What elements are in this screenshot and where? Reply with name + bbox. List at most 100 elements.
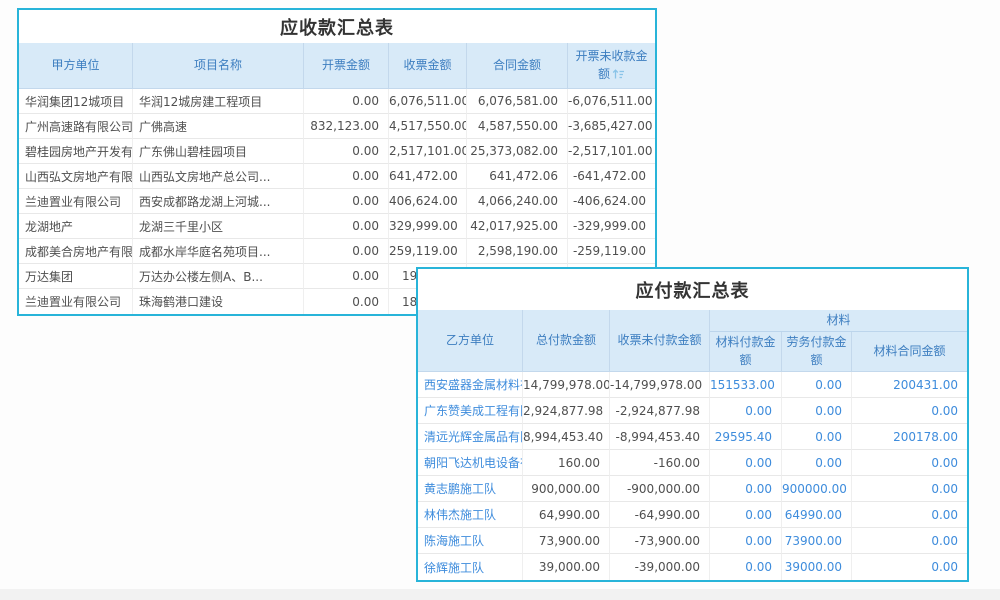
payable-table-body: 西安盛器金属材料有14,799,978.00-14,799,978.001515… [418,372,967,580]
table-cell: 900000.00 [782,476,852,502]
table-cell: -14,799,978.00 [610,372,710,398]
table-cell: 0.00 [782,398,852,424]
table-row[interactable]: 林伟杰施工队64,990.00-64,990.000.0064990.000.0… [418,502,967,528]
table-cell: 万达集团 [19,264,133,289]
column-header-total-paid[interactable]: 总付款金额 [523,310,610,372]
table-cell: 华润12城房建工程项目 [133,89,304,114]
table-cell: 0.00 [304,289,389,314]
company-link-cell[interactable]: 西安盛器金属材料有 [418,372,523,398]
column-header-received-amount[interactable]: 收票金额 [389,43,467,89]
table-row[interactable]: 兰迪置业有限公司西安成都路龙湖上河城...0.00406,624.004,066… [19,189,655,214]
company-link-cell[interactable]: 广东赞美成工程有限 [418,398,523,424]
table-row[interactable]: 成都美合房地产有限...成都水岸华庭名苑项目...0.00259,119.002… [19,239,655,264]
column-header-invoiced-amount[interactable]: 开票金额 [304,43,389,89]
column-header-invoice-unpaid[interactable]: 收票未付款金额 [610,310,710,372]
table-cell: 4,066,240.00 [467,189,568,214]
table-cell: 900,000.00 [523,476,610,502]
table-cell: 山西弘文房地产总公司... [133,164,304,189]
table-cell: 0.00 [304,189,389,214]
payable-table-title: 应付款汇总表 [418,269,967,310]
table-row[interactable]: 西安盛器金属材料有14,799,978.00-14,799,978.001515… [418,372,967,398]
table-cell: 0.00 [852,502,967,528]
table-cell: 成都美合房地产有限... [19,239,133,264]
table-cell: 碧桂园房地产开发有... [19,139,133,164]
table-cell: 0.00 [852,450,967,476]
table-cell: 42,017,925.00 [467,214,568,239]
table-row[interactable]: 清远光辉金属品有限8,994,453.40-8,994,453.4029595.… [418,424,967,450]
table-cell: 14,799,978.00 [523,372,610,398]
table-cell: 0.00 [710,502,782,528]
table-cell: 0.00 [710,476,782,502]
table-cell: -2,924,877.98 [610,398,710,424]
table-row[interactable]: 黄志鹏施工队900,000.00-900,000.000.00900000.00… [418,476,967,502]
table-row[interactable]: 朝阳飞达机电设备有160.00-160.000.000.000.00 [418,450,967,476]
table-cell: 龙湖三千里小区 [133,214,304,239]
table-cell: 641,472.06 [467,164,568,189]
table-cell: 6,076,511.00 [389,89,467,114]
table-cell: 兰迪置业有限公司 [19,189,133,214]
payable-summary-table: 应付款汇总表 乙方单位 总付款金额 收票未付款金额 材料 材料付款金额 劳务付款… [416,267,969,582]
table-cell: 0.00 [304,139,389,164]
receivable-table-title: 应收款汇总表 [19,10,655,43]
company-link-cell[interactable]: 清远光辉金属品有限 [418,424,523,450]
company-link-cell[interactable]: 陈海施工队 [418,528,523,554]
table-cell: -2,517,101.00 [568,139,655,164]
table-cell: 151533.00 [710,372,782,398]
column-header-project-name[interactable]: 项目名称 [133,43,304,89]
table-cell: 6,076,581.00 [467,89,568,114]
table-row[interactable]: 广东赞美成工程有限2,924,877.98-2,924,877.98 0.000.… [418,398,967,424]
table-cell: -8,994,453.40 [610,424,710,450]
table-cell: -73,900.00 [610,528,710,554]
table-row[interactable]: 徐辉施工队39,000.00-39,000.000.0039000.000.00 [418,554,967,580]
table-cell: -160.00 [610,450,710,476]
table-cell: -406,624.00 [568,189,655,214]
table-row[interactable]: 陈海施工队73,900.00-73,900.000.0073900.000.00 [418,528,967,554]
table-cell: 73900.00 [782,528,852,554]
table-cell: 0.00 [852,398,967,424]
table-cell: 4,517,550.00 [389,114,467,139]
table-cell: 39,000.00 [523,554,610,580]
table-cell: 641,472.00 [389,164,467,189]
table-row[interactable]: 广州高速路有限公司广佛高速832,123.004,517,550.004,587… [19,114,655,139]
table-cell: 160.00 [523,450,610,476]
sort-ascending-icon[interactable] [612,68,625,80]
table-cell: 0.00 [304,214,389,239]
column-header-party-b[interactable]: 乙方单位 [418,310,523,372]
column-header-material-paid[interactable]: 材料付款金额 [710,332,782,372]
table-cell: 龙湖地产 [19,214,133,239]
company-link-cell[interactable]: 徐辉施工队 [418,554,523,580]
table-cell: 0.00 [710,528,782,554]
table-cell: 0.00 [852,554,967,580]
table-cell: 广东佛山碧桂园项目 [133,139,304,164]
table-cell: -329,999.00 [568,214,655,239]
table-row[interactable]: 龙湖地产龙湖三千里小区0.00329,999.0042,017,925.00-3… [19,214,655,239]
table-row[interactable]: 碧桂园房地产开发有...广东佛山碧桂园项目0.002,517,101.0025,… [19,139,655,164]
table-cell: 0.00 [304,239,389,264]
table-cell: 73,900.00 [523,528,610,554]
table-cell: 华润集团12城项目 [19,89,133,114]
table-cell: 259,119.00 [389,239,467,264]
table-cell: 兰迪置业有限公司 [19,289,133,314]
table-cell: 广佛高速 [133,114,304,139]
receivable-header-row: 甲方单位 项目名称 开票金额 收票金额 合同金额 开票未收款金额 [19,43,655,89]
table-cell: 0.00 [304,164,389,189]
table-cell: -6,076,511.00 [568,89,655,114]
company-link-cell[interactable]: 林伟杰施工队 [418,502,523,528]
table-cell: 0.00 [304,89,389,114]
table-cell: 29595.40 [710,424,782,450]
column-header-labor-paid[interactable]: 劳务付款金额 [782,332,852,372]
table-cell: 0.00 [852,528,967,554]
column-header-material-contract[interactable]: 材料合同金额 [852,332,967,372]
column-header-contract-amount[interactable]: 合同金额 [467,43,568,89]
table-row[interactable]: 山西弘文房地产有限...山西弘文房地产总公司...0.00641,472.006… [19,164,655,189]
column-header-party-a[interactable]: 甲方单位 [19,43,133,89]
table-cell: 0.00 [782,424,852,450]
table-cell: -900,000.00 [610,476,710,502]
company-link-cell[interactable]: 黄志鹏施工队 [418,476,523,502]
column-header-invoiced-unpaid-amount[interactable]: 开票未收款金额 [568,43,655,89]
table-cell: -39,000.00 [610,554,710,580]
table-cell: -641,472.00 [568,164,655,189]
table-cell: 2,924,877.98 [523,398,610,424]
table-row[interactable]: 华润集团12城项目华润12城房建工程项目0.006,076,511.006,07… [19,89,655,114]
company-link-cell[interactable]: 朝阳飞达机电设备有 [418,450,523,476]
